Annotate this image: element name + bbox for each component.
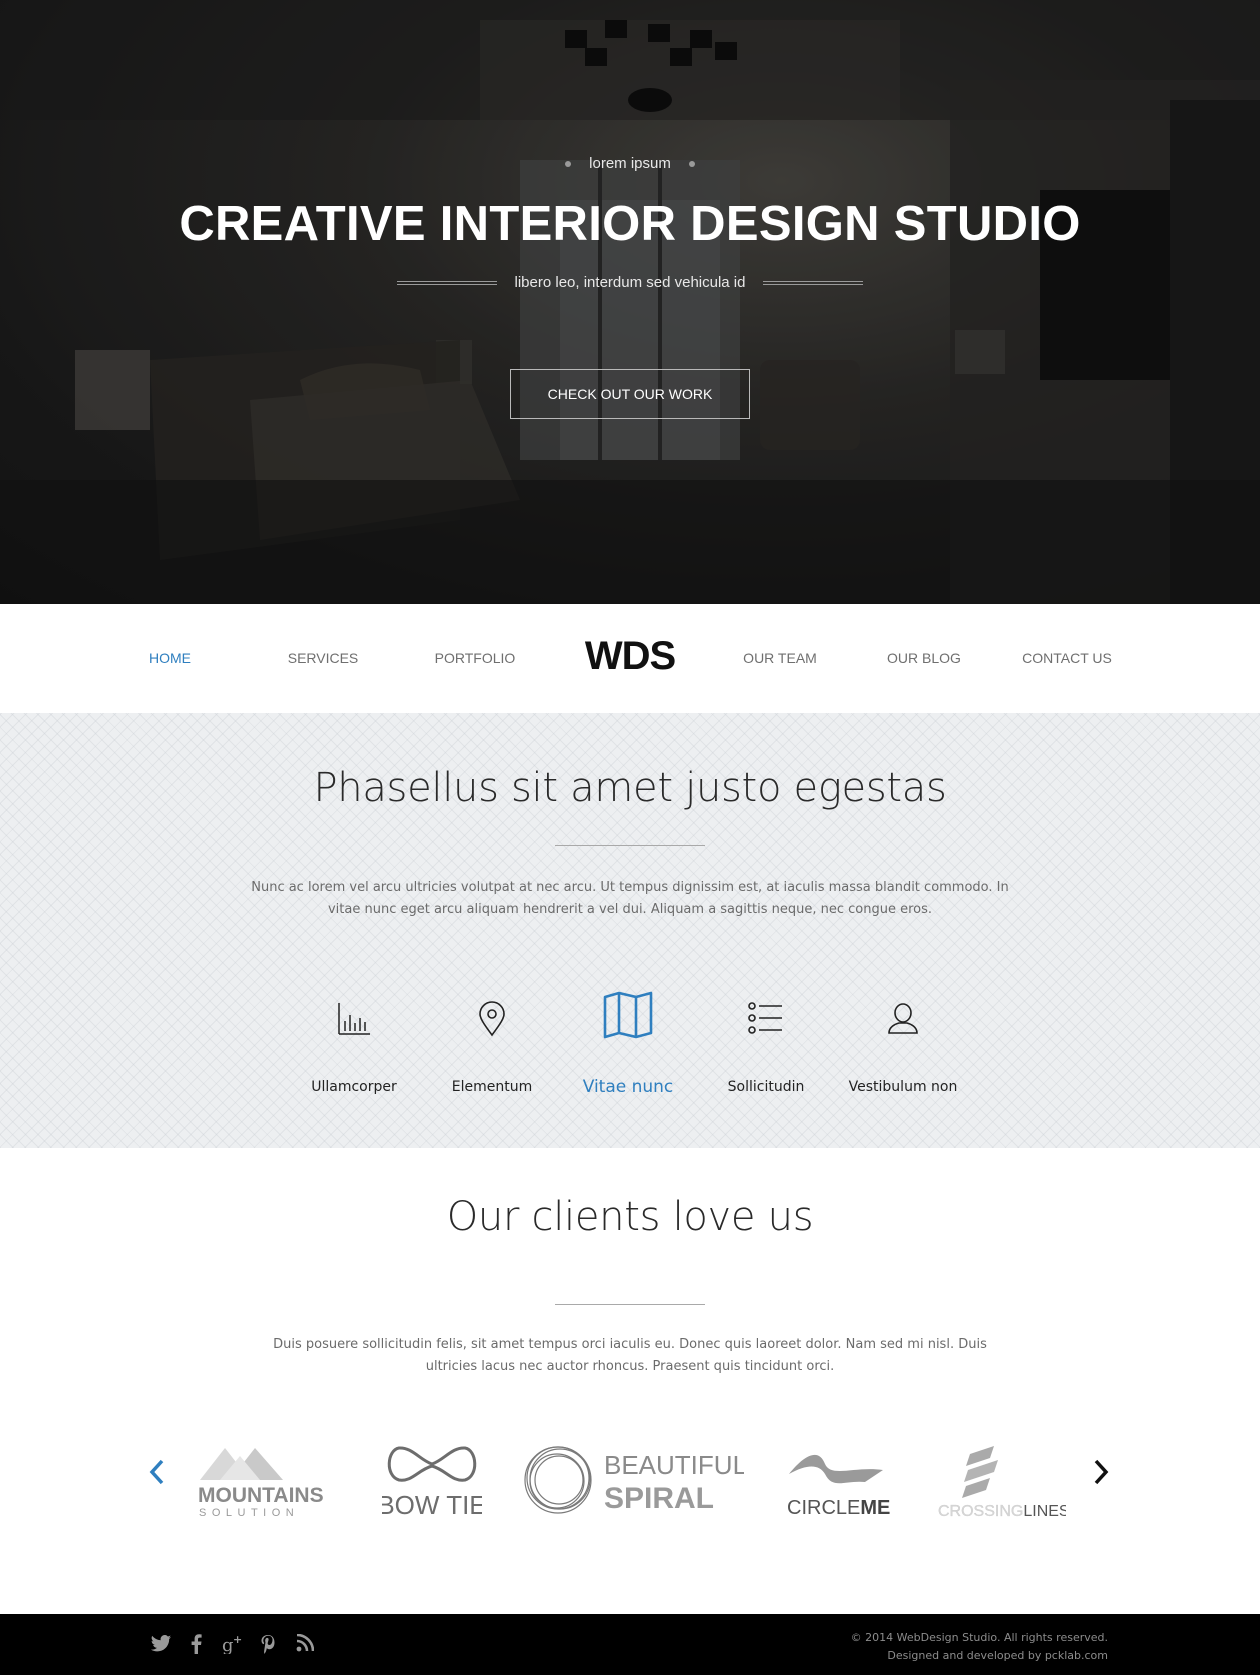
nav-item-services[interactable]: SERVICES: [288, 650, 359, 666]
client-logo-tagline: ME: [860, 1497, 890, 1519]
feature-label: Vitae nunc: [582, 1077, 674, 1097]
nav-item-portfolio[interactable]: PORTFOLIO: [435, 650, 516, 666]
client-logo-mountains-solution: MOUNTAINS SOLUTION: [198, 1448, 324, 1519]
feature-vitae-nunc[interactable]: Vitae nunc: [558, 991, 698, 1101]
footer-copyright: © 2014 WebDesign Studio. All rights rese…: [851, 1629, 1108, 1665]
folded-map-icon: [603, 991, 653, 1039]
feature-sollicitudin[interactable]: Sollicitudin: [696, 1001, 836, 1101]
hero-subtitle: libero leo, interdum sed vehicula id: [0, 274, 1260, 291]
chevron-right-icon[interactable]: [1092, 1458, 1110, 1486]
svg-text:CIRCLEME: CIRCLEME: [787, 1497, 890, 1519]
nav-item-our-blog[interactable]: OUR BLOG: [887, 650, 961, 666]
features-divider: [555, 845, 705, 846]
pinterest-icon[interactable]: [260, 1634, 276, 1654]
chevron-left-icon[interactable]: [148, 1458, 166, 1486]
site-footer: g + © 2014 WebDesign Studio. All rights …: [0, 1614, 1260, 1675]
double-rule-divider: [396, 281, 497, 286]
client-logo-tagline: SPIRAL: [604, 1482, 714, 1515]
client-logo-name: BOW TIE: [382, 1490, 482, 1520]
client-logo-name: CIRCLE: [787, 1497, 860, 1519]
feature-label: Sollicitudin: [727, 1079, 805, 1095]
nav-item-our-team[interactable]: OUR TEAM: [743, 650, 817, 666]
features-title: Phasellus sit amet justo egestas: [313, 765, 947, 811]
clients-title: Our clients love us: [446, 1194, 814, 1240]
credit-text: Designed and developed by pcklab.com: [887, 1649, 1108, 1662]
hero-eyebrow-text: lorem ipsum: [589, 155, 671, 172]
feature-label: Vestibulum non: [848, 1079, 958, 1095]
client-logo-tagline: SOLUTION: [199, 1507, 299, 1519]
client-logo-beautiful-spiral: BEAUTIFUL SPIRAL: [524, 1446, 744, 1515]
client-logo-name: CROSSING: [938, 1503, 1023, 1520]
hero-title: CREATIVE INTERIOR DESIGN STUDIO: [179, 197, 1081, 251]
svg-text:CROSSINGLINES: CROSSINGLINES: [938, 1503, 1066, 1520]
clients-divider: [555, 1304, 705, 1305]
hero-subtitle-text: libero leo, interdum sed vehicula id: [514, 274, 746, 291]
rss-icon[interactable]: [296, 1634, 314, 1652]
feature-label: Elementum: [451, 1079, 533, 1095]
check-out-our-work-button[interactable]: CHECK OUT OUR WORK: [510, 369, 750, 419]
client-logo-circleme: CIRCLEME: [787, 1454, 890, 1519]
bullet-dot-icon: [565, 161, 572, 168]
nav-item-contact-us[interactable]: CONTACT US: [1022, 650, 1112, 666]
double-rule-divider: [763, 281, 864, 286]
google-plus-icon[interactable]: g +: [222, 1634, 246, 1654]
clients-text: Duis posuere sollicitudin felis, sit ame…: [273, 1337, 987, 1374]
bar-chart-icon: [338, 1003, 370, 1035]
twitter-icon[interactable]: [150, 1634, 172, 1654]
feature-elementum[interactable]: Elementum: [422, 1001, 562, 1101]
client-logo-bow-tie: BOW TIE: [382, 1446, 482, 1520]
site-logo[interactable]: WDS: [585, 634, 676, 679]
main-navigation: HOME SERVICES PORTFOLIO WDS OUR TEAM OUR…: [0, 604, 1260, 713]
client-logo-name: MOUNTAINS: [198, 1484, 324, 1507]
svg-text:g: g: [222, 1635, 234, 1654]
client-logo-crossing-lines: CROSSINGLINES: [938, 1446, 1066, 1520]
copyright-text: © 2014 WebDesign Studio. All rights rese…: [850, 1631, 1108, 1644]
svg-text:+: +: [233, 1634, 242, 1646]
hero-section: lorem ipsum CREATIVE INTERIOR DESIGN STU…: [0, 0, 1260, 604]
hero-background-image: [0, 0, 1260, 604]
features-section: Phasellus sit amet justo egestas Nunc ac…: [0, 713, 1260, 1148]
map-pin-icon: [479, 1001, 505, 1037]
facebook-icon[interactable]: [190, 1634, 202, 1654]
features-text: Nunc ac lorem vel arcu ultricies volutpa…: [251, 880, 1009, 917]
feature-ullamcorper[interactable]: Ullamcorper: [284, 1001, 424, 1101]
feature-label: Ullamcorper: [311, 1079, 397, 1095]
hero-eyebrow: lorem ipsum: [0, 155, 1260, 172]
bullet-dot-icon: [688, 161, 695, 168]
clients-section: Our clients love us Duis posuere sollici…: [0, 1148, 1260, 1614]
user-icon: [888, 1003, 918, 1034]
feature-vestibulum-non[interactable]: Vestibulum non: [833, 1001, 973, 1101]
client-logo-tagline: LINES: [1023, 1503, 1066, 1520]
nav-item-home[interactable]: HOME: [149, 650, 191, 666]
list-icon: [748, 1002, 782, 1034]
client-logo-name: BEAUTIFUL: [604, 1450, 744, 1480]
